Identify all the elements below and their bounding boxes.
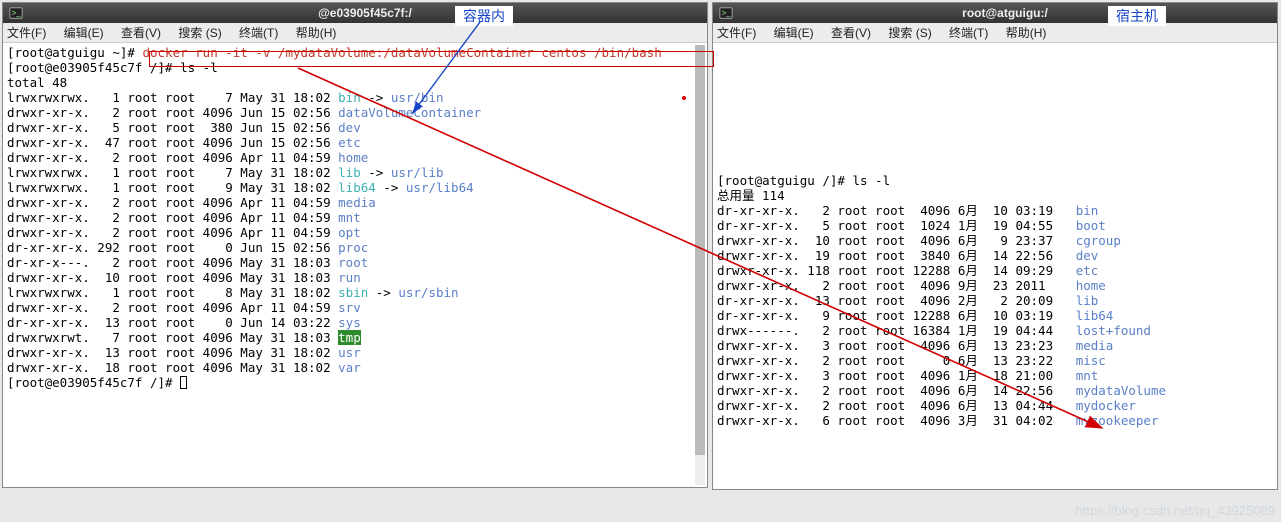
svg-text:>_: >_ [12,9,22,18]
menu-view[interactable]: 查看(V) [121,23,161,43]
menu-file[interactable]: 文件(F) [717,23,756,43]
menu-file[interactable]: 文件(F) [7,23,46,43]
left-menubar: 文件(F) 编辑(E) 查看(V) 搜索 (S) 终端(T) 帮助(H) [3,23,707,43]
menu-view[interactable]: 查看(V) [831,23,871,43]
menu-edit[interactable]: 编辑(E) [774,23,814,43]
left-scrollbar[interactable] [695,45,705,485]
left-window-title: @e03905f45c7f:/ [29,3,701,23]
menu-help[interactable]: 帮助(H) [1006,23,1047,43]
menu-search[interactable]: 搜索 (S) [178,23,221,43]
right-terminal-window: >_ root@atguigu:/ 文件(F) 编辑(E) 查看(V) 搜索 (… [712,2,1278,490]
menu-help[interactable]: 帮助(H) [296,23,337,43]
right-titlebar[interactable]: >_ root@atguigu:/ [713,3,1277,23]
right-menubar: 文件(F) 编辑(E) 查看(V) 搜索 (S) 终端(T) 帮助(H) [713,23,1277,43]
left-terminal-body[interactable]: [root@atguigu ~]# docker run -it -v /myd… [3,43,707,392]
terminal-icon: >_ [719,6,733,20]
menu-terminal[interactable]: 终端(T) [949,23,988,43]
label-host: 宿主机 [1108,6,1166,26]
left-terminal-window: >_ @e03905f45c7f:/ 文件(F) 编辑(E) 查看(V) 搜索 … [2,2,708,488]
watermark: https://blog.csdn.net/qq_43925089 [1076,503,1276,518]
label-container: 容器内 [455,6,513,26]
terminal-icon: >_ [9,6,23,20]
menu-search[interactable]: 搜索 (S) [888,23,931,43]
right-window-title: root@atguigu:/ [739,3,1271,23]
menu-terminal[interactable]: 终端(T) [239,23,278,43]
svg-text:>_: >_ [722,9,732,18]
left-titlebar[interactable]: >_ @e03905f45c7f:/ [3,3,707,23]
right-terminal-body[interactable]: [root@atguigu /]# ls -l总用量 114dr-xr-xr-x… [713,43,1277,430]
menu-edit[interactable]: 编辑(E) [64,23,104,43]
